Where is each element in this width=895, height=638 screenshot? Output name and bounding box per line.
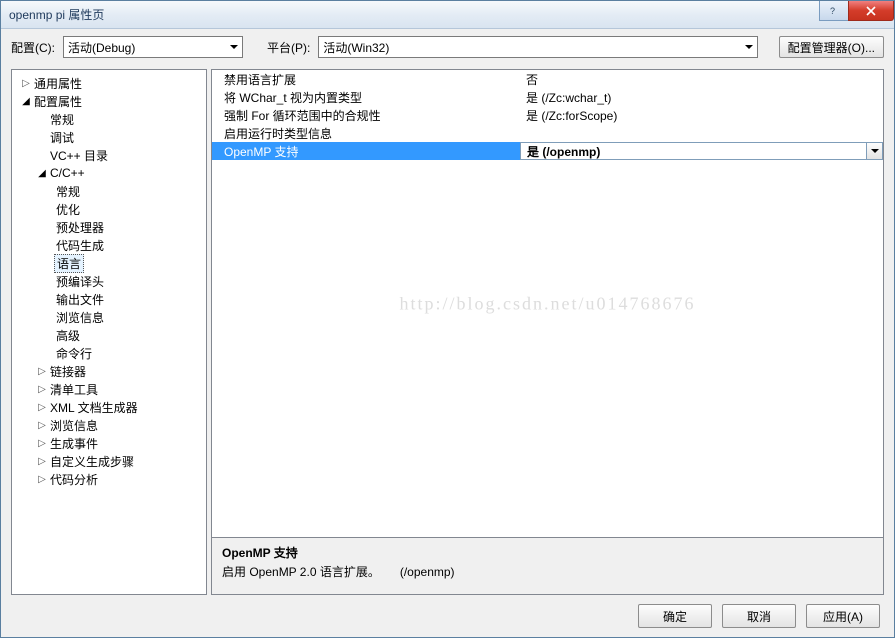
tree-item-ccpp-general[interactable]: 常规 [14, 182, 204, 200]
property-row[interactable]: 禁用语言扩展 否 [212, 70, 883, 88]
right-pane: 禁用语言扩展 否 将 WChar_t 视为内置类型 是 (/Zc:wchar_t… [211, 69, 884, 595]
ok-button[interactable]: 确定 [638, 604, 712, 628]
property-row-selected[interactable]: OpenMP 支持 是 (/openmp) [212, 142, 883, 160]
property-name: 禁用语言扩展 [212, 71, 520, 88]
cancel-button[interactable]: 取消 [722, 604, 796, 628]
property-row[interactable]: 强制 For 循环范围中的合规性 是 (/Zc:forScope) [212, 106, 883, 124]
config-value: 活动(Debug) [68, 39, 135, 56]
tree-item-ccpp-codegen[interactable]: 代码生成 [14, 236, 204, 254]
tree-item-cfg-general[interactable]: 常规 [14, 110, 204, 128]
chevron-down-icon [230, 45, 238, 49]
apply-button[interactable]: 应用(A) [806, 604, 880, 628]
tree-item-ccpp-advanced[interactable]: 高级 [14, 326, 204, 344]
platform-value: 活动(Win32) [323, 39, 389, 56]
window-title: openmp pi 属性页 [9, 6, 104, 23]
config-label: 配置(C): [11, 39, 55, 56]
window-controls: ? [820, 1, 894, 21]
chevron-down-icon [745, 45, 753, 49]
dialog-buttons: 确定 取消 应用(A) [1, 595, 894, 637]
titlebar: openmp pi 属性页 ? [1, 1, 894, 29]
close-icon [866, 6, 876, 16]
tree-item-ccpp-cmdline[interactable]: 命令行 [14, 344, 204, 362]
description-text: 启用 OpenMP 2.0 语言扩展。 (/openmp) [222, 563, 873, 580]
config-manager-button[interactable]: 配置管理器(O)... [779, 36, 884, 58]
property-value[interactable]: 是 (/Zc:wchar_t) [520, 89, 883, 106]
tree-item-ccpp-pch[interactable]: 预编译头 [14, 272, 204, 290]
watermark: http://blog.csdn.net/u014768676 [212, 293, 883, 314]
property-name: OpenMP 支持 [212, 143, 520, 160]
property-name: 将 WChar_t 视为内置类型 [212, 89, 520, 106]
tree-item-manifest[interactable]: ▷清单工具 [14, 380, 204, 398]
close-button[interactable] [848, 1, 894, 21]
property-row[interactable]: 将 WChar_t 视为内置类型 是 (/Zc:wchar_t) [212, 88, 883, 106]
platform-label: 平台(P): [267, 39, 310, 56]
tree-item-xmldoc[interactable]: ▷XML 文档生成器 [14, 398, 204, 416]
tree-item-cfg-vcdirs[interactable]: VC++ 目录 [14, 146, 204, 164]
chevron-down-icon[interactable] [866, 143, 882, 159]
tree-item-ccpp-language[interactable]: 语言 [14, 254, 204, 272]
svg-text:?: ? [830, 6, 835, 16]
property-value[interactable]: 否 [520, 71, 883, 88]
description-title: OpenMP 支持 [222, 544, 873, 561]
property-value[interactable]: 是 (/Zc:forScope) [520, 107, 883, 124]
tree-item-custombuild[interactable]: ▷自定义生成步骤 [14, 452, 204, 470]
help-icon: ? [829, 6, 839, 16]
tree-item-ccpp-browse[interactable]: 浏览信息 [14, 308, 204, 326]
help-button[interactable]: ? [819, 1, 849, 21]
property-page-window: openmp pi 属性页 ? 配置(C): 活动(Debug) 平台(P): … [0, 0, 895, 638]
body: ▷通用属性 ◢配置属性 常规 调试 VC++ 目录 ◢C/C++ 常规 优化 预… [1, 65, 894, 595]
property-name: 启用运行时类型信息 [212, 125, 520, 142]
tree-item-ccpp-optimize[interactable]: 优化 [14, 200, 204, 218]
property-name: 强制 For 循环范围中的合规性 [212, 107, 520, 124]
tree-item-cfg-ccpp[interactable]: ◢C/C++ [14, 164, 204, 182]
tree-item-buildevents[interactable]: ▷生成事件 [14, 434, 204, 452]
config-combo[interactable]: 活动(Debug) [63, 36, 243, 58]
tree-item-ccpp-outfiles[interactable]: 输出文件 [14, 290, 204, 308]
tree-item-cfg-debug[interactable]: 调试 [14, 128, 204, 146]
description-pane: OpenMP 支持 启用 OpenMP 2.0 语言扩展。 (/openmp) [211, 537, 884, 595]
tree-item-config-props[interactable]: ◢配置属性 [14, 92, 204, 110]
tree-item-general-props[interactable]: ▷通用属性 [14, 74, 204, 92]
tree-item-browseinfo[interactable]: ▷浏览信息 [14, 416, 204, 434]
property-row[interactable]: 启用运行时类型信息 [212, 124, 883, 142]
tree-item-codeanalysis[interactable]: ▷代码分析 [14, 470, 204, 488]
platform-combo[interactable]: 活动(Win32) [318, 36, 758, 58]
tree-item-linker[interactable]: ▷链接器 [14, 362, 204, 380]
toolbar: 配置(C): 活动(Debug) 平台(P): 活动(Win32) 配置管理器(… [1, 29, 894, 65]
category-tree[interactable]: ▷通用属性 ◢配置属性 常规 调试 VC++ 目录 ◢C/C++ 常规 优化 预… [11, 69, 207, 595]
property-value-combo[interactable]: 是 (/openmp) [520, 142, 883, 160]
property-grid[interactable]: 禁用语言扩展 否 将 WChar_t 视为内置类型 是 (/Zc:wchar_t… [211, 69, 884, 538]
tree-item-ccpp-preproc[interactable]: 预处理器 [14, 218, 204, 236]
